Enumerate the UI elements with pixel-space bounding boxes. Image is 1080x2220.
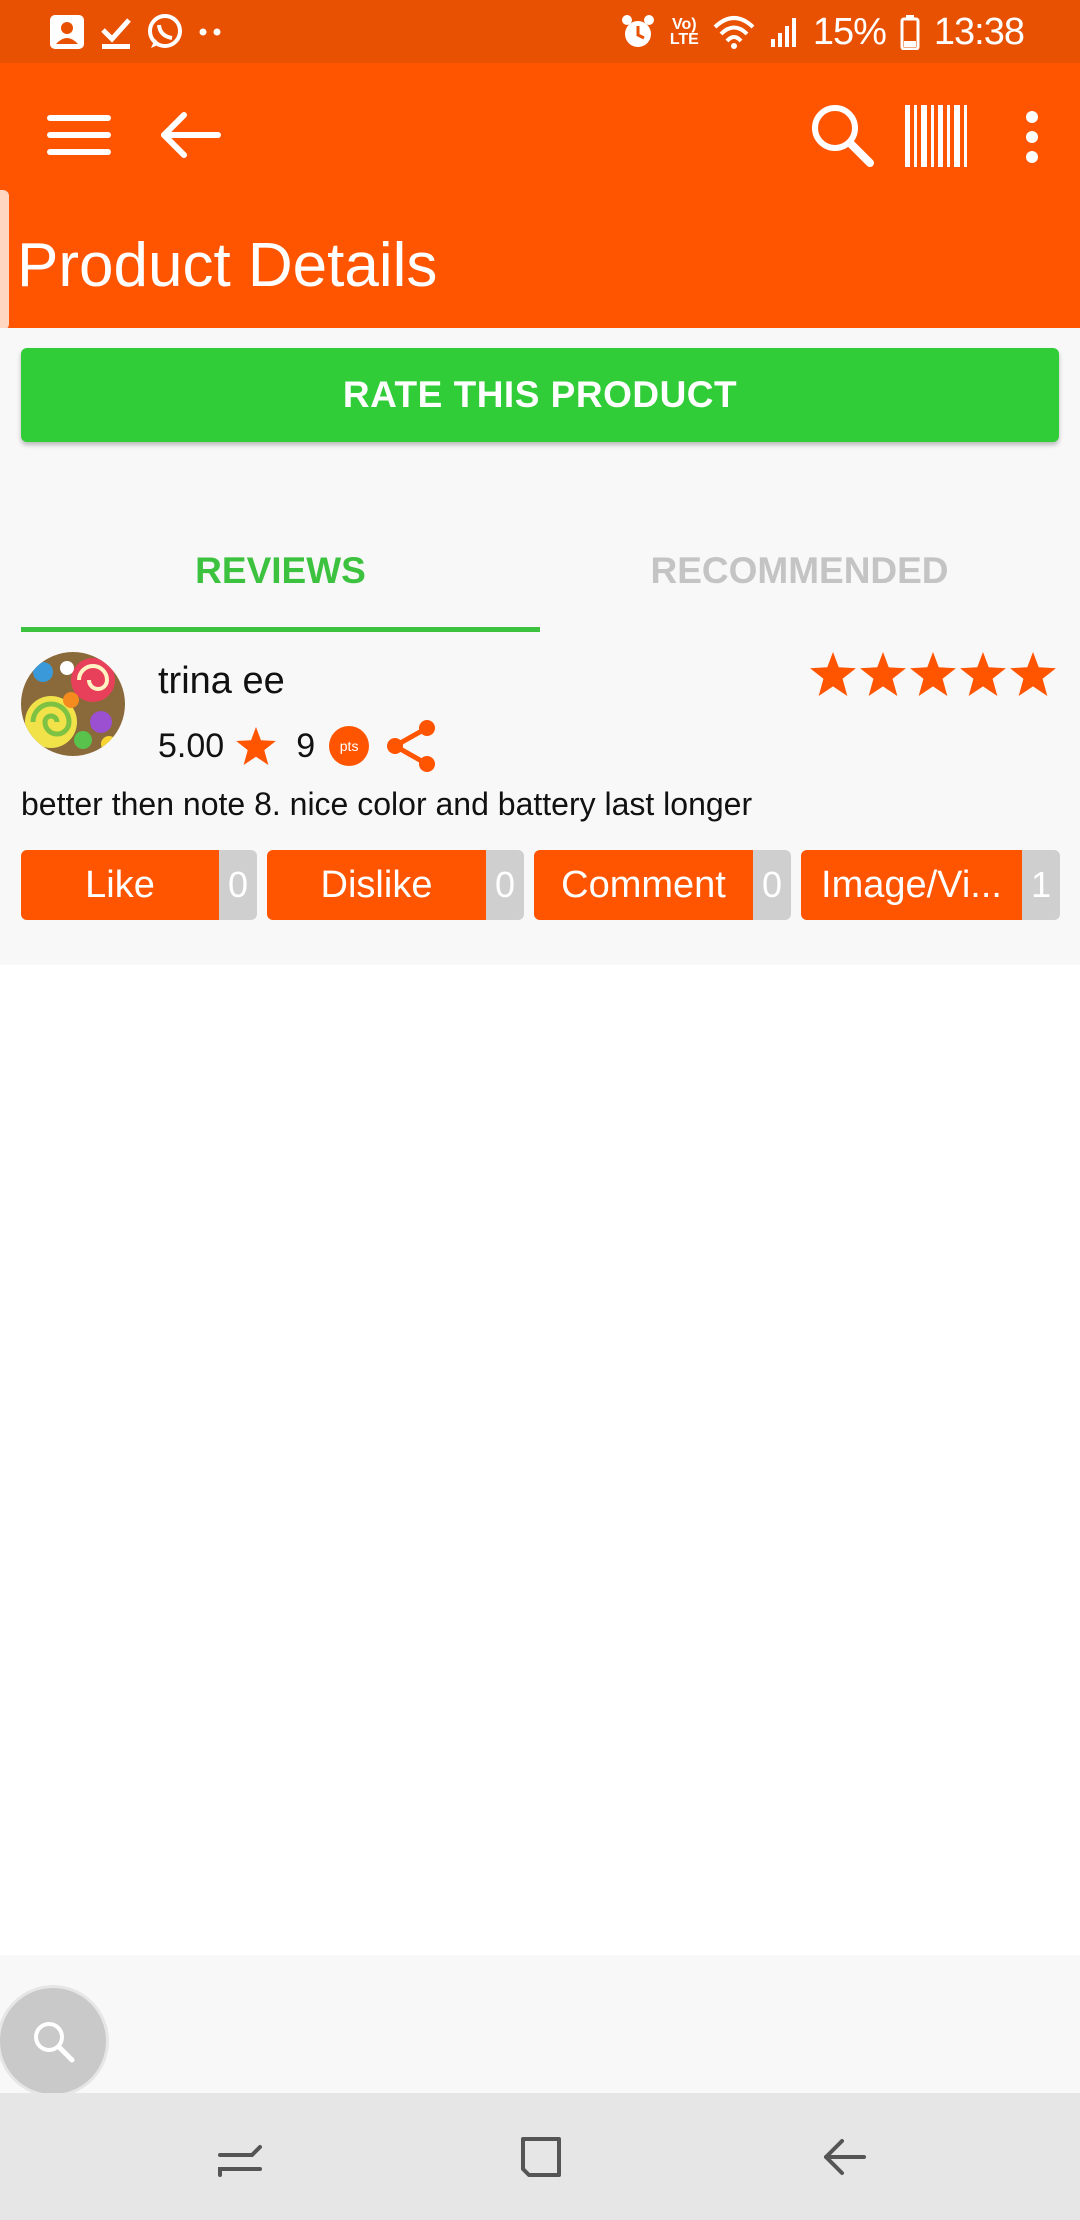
volte-indicator: Vo) LTE	[669, 16, 699, 48]
like-button[interactable]: Like 0	[21, 850, 257, 920]
clock: 13:38	[933, 10, 1025, 53]
drawer-edge-handle[interactable]	[0, 190, 9, 330]
search-icon[interactable]	[808, 101, 876, 169]
comment-count: 0	[753, 850, 791, 920]
bottom-area	[0, 1955, 1080, 2093]
wifi-icon	[713, 15, 755, 49]
image-video-button[interactable]: Image/Vi... 1	[801, 850, 1060, 920]
star-icon	[960, 652, 1006, 696]
user-rating: 5.00	[158, 726, 225, 765]
share-icon[interactable]	[383, 718, 439, 774]
star-icon	[810, 652, 856, 696]
tab-bar: REVIEWS RECOMMENDED	[21, 510, 1059, 632]
whatsapp-icon	[146, 13, 184, 51]
home-icon[interactable]	[513, 2129, 569, 2185]
navigation-bar	[0, 2093, 1080, 2220]
battery-percent: 15%	[812, 10, 887, 53]
avatar[interactable]	[21, 652, 125, 756]
comment-button[interactable]: Comment 0	[534, 850, 791, 920]
battery-icon	[900, 14, 920, 50]
system-status: Vo) LTE 15% 13:38	[620, 8, 1025, 56]
review-text: better then note 8. nice color and batte…	[21, 786, 753, 822]
alarm-icon	[620, 14, 656, 50]
floating-search-button[interactable]	[0, 1988, 106, 2094]
toolbar: Product Details	[0, 63, 1080, 328]
tab-reviews[interactable]: REVIEWS	[21, 510, 540, 632]
back-arrow-icon[interactable]	[158, 111, 222, 159]
points-badge: pts	[329, 726, 370, 766]
menu-icon[interactable]	[47, 111, 111, 159]
content-area: RATE THIS PRODUCT REVIEWS RECOMMENDED tr…	[0, 328, 1080, 965]
rate-product-button[interactable]: RATE THIS PRODUCT	[21, 348, 1059, 442]
overflow-menu-icon[interactable]	[1024, 109, 1040, 165]
user-points: 9	[296, 726, 316, 765]
tab-recommended[interactable]: RECOMMENDED	[540, 510, 1059, 632]
image-video-count: 1	[1022, 850, 1060, 920]
like-count: 0	[219, 850, 257, 920]
star-icon	[1010, 652, 1056, 696]
status-bar: Vo) LTE 15% 13:38	[0, 0, 1080, 63]
review-star-rating	[810, 652, 1056, 696]
search-icon	[28, 2016, 78, 2066]
dislike-label: Dislike	[267, 850, 486, 920]
signal-icon	[769, 15, 799, 49]
dislike-button[interactable]: Dislike 0	[267, 850, 524, 920]
star-icon	[860, 652, 906, 696]
checkmark-icon	[100, 14, 132, 50]
like-label: Like	[21, 850, 219, 920]
back-icon[interactable]	[816, 2129, 872, 2185]
review-username[interactable]: trina ee	[158, 660, 285, 703]
review-meta: 5.00 9 pts	[158, 716, 439, 776]
page-title: Product Details	[17, 231, 438, 300]
star-icon	[910, 652, 956, 696]
dislike-count: 0	[486, 850, 524, 920]
more-dots-icon	[198, 27, 224, 37]
recent-apps-icon[interactable]	[212, 2129, 268, 2185]
star-icon	[236, 727, 277, 765]
contact-icon	[48, 13, 86, 51]
notification-icons	[48, 12, 224, 52]
image-video-label: Image/Vi...	[801, 850, 1022, 920]
barcode-icon[interactable]	[905, 105, 971, 167]
comment-label: Comment	[534, 850, 753, 920]
